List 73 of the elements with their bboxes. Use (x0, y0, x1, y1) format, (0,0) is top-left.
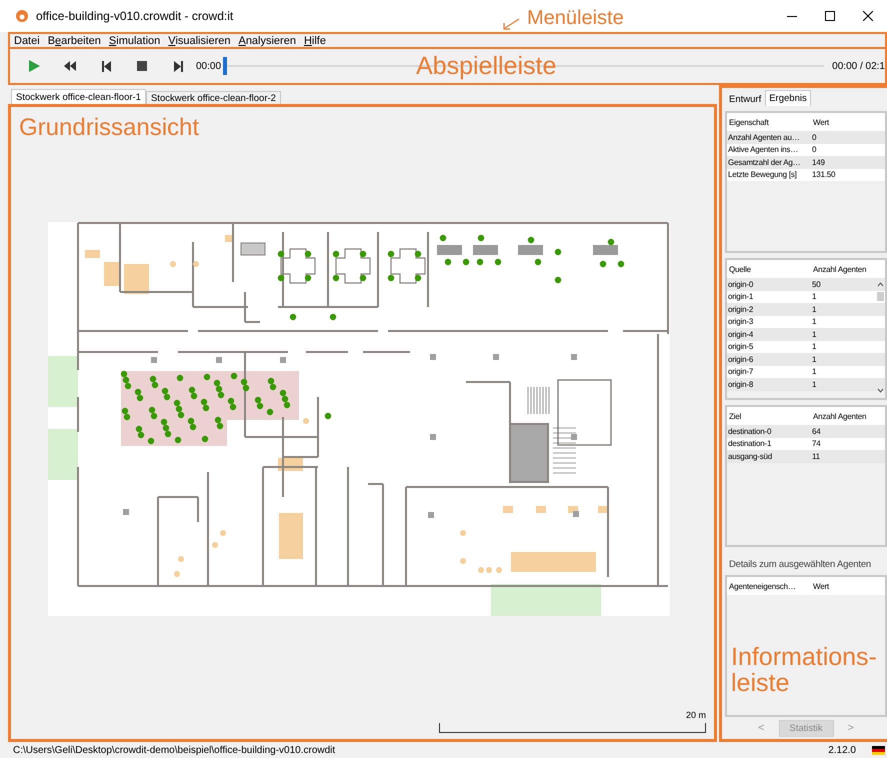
flag-icon (872, 746, 885, 754)
menu-item[interactable]: Bearbeiten (44, 34, 105, 46)
menu-item[interactable]: Simulation (104, 34, 164, 46)
table-cell-text: origin-5 (727, 342, 754, 352)
column-header: Agenteneigensch… (728, 582, 797, 590)
table-cell-text: 131.50 (811, 170, 836, 180)
table-cell-text: origin-2 (727, 304, 754, 314)
menu-item[interactable]: Hilfe (300, 34, 330, 46)
menu-item[interactable]: Visualisieren (164, 34, 234, 46)
table-cell-text: 149 (811, 158, 826, 167)
table-cell-text: origin-8 (727, 380, 754, 389)
table-cell-text: origin-3 (727, 317, 754, 326)
table-cell-text: Gesamtzahl der Ag… (727, 158, 802, 167)
file-path: C:\Users\Geli\Desktop\crowdit-demo\beispiel\office-building-v010.crowdit (13, 744, 336, 756)
table-cell-text: 1 (811, 292, 818, 302)
table-cell-text: ausgang-süd (727, 452, 774, 461)
annotation-label: Menüleiste (527, 8, 624, 29)
table-cell-text: 50 (811, 280, 822, 289)
play-icon (28, 60, 40, 72)
column-header: Eigenschaft (728, 118, 770, 126)
table-cell-text: 1 (811, 330, 818, 339)
scale-label: 20 m (686, 710, 706, 720)
window-title: office-building-v010.crowdit - crowd:it (36, 9, 234, 23)
close-icon (863, 11, 873, 21)
table-cell-text: origin-0 (727, 280, 754, 289)
column-header: Anzahl Agenten (812, 412, 868, 420)
skip-forward-icon (174, 60, 182, 72)
menu-item[interactable]: Analysieren (234, 34, 300, 46)
slider-thumb[interactable] (223, 57, 228, 75)
table-cell-text: 74 (811, 439, 822, 448)
stop-icon (137, 61, 147, 71)
table-cell-text: Letzte Bewegung [s] (727, 170, 798, 180)
table-cell-text: origin-1 (727, 292, 754, 302)
annotation-label: Abspielleiste (416, 53, 556, 80)
table-cell-text: 1 (811, 380, 818, 389)
info-tab[interactable]: Entwurf (725, 92, 766, 106)
skip-back-icon (102, 60, 110, 72)
table-cell-text: 1 (811, 367, 818, 376)
column-header: Anzahl Agenten (812, 264, 868, 274)
floor-tab[interactable]: Stockwerk office-clean-floor-2 (146, 91, 281, 104)
column-header: Ziel (728, 412, 742, 420)
app-logo-icon (16, 9, 28, 23)
annotation-arrow-icon (502, 18, 520, 30)
floor-tab[interactable]: Stockwerk office-clean-floor-1 (11, 89, 146, 104)
maximize-icon (825, 11, 835, 21)
table-cell-text: 11 (811, 452, 821, 461)
annotation-label: Informations-leiste (731, 644, 878, 696)
menu-item[interactable]: Datei (10, 34, 44, 46)
time-label: 00:00 (196, 60, 222, 72)
table-cell-text: 1 (811, 342, 818, 352)
time-label: 00:00 / 02:1 (832, 60, 885, 72)
table-cell-text: 1 (811, 317, 818, 326)
scale-bar-icon (439, 723, 706, 733)
table-cell-text: 64 (811, 426, 822, 436)
version-label: 2.12.0 (828, 744, 856, 756)
table-cell-text: 1 (811, 304, 818, 314)
table-cell-text: 0 (811, 132, 818, 142)
rewind-icon (64, 61, 76, 71)
table-cell-text: 0 (811, 145, 818, 154)
info-tab[interactable]: Ergebnis (765, 90, 811, 106)
table-cell-text: destination-1 (727, 439, 772, 448)
table-cell-text: Anzahl Agenten au… (727, 132, 801, 142)
table-cell-text: 1 (811, 354, 818, 364)
column-header: Quelle (728, 264, 752, 274)
table-cell-text: destination-0 (727, 426, 772, 436)
column-header: Wert (812, 118, 830, 126)
table-cell-text: Aktive Agenten ins… (727, 145, 800, 154)
table-cell-text: origin-7 (727, 367, 754, 376)
column-header: Wert (812, 582, 830, 590)
table-cell-text: origin-4 (727, 330, 754, 339)
table-cell-text: origin-6 (727, 354, 754, 364)
section-title: Details zum ausgewählten Agenten (729, 559, 872, 570)
annotation-label: Grundrissansicht (19, 115, 200, 140)
